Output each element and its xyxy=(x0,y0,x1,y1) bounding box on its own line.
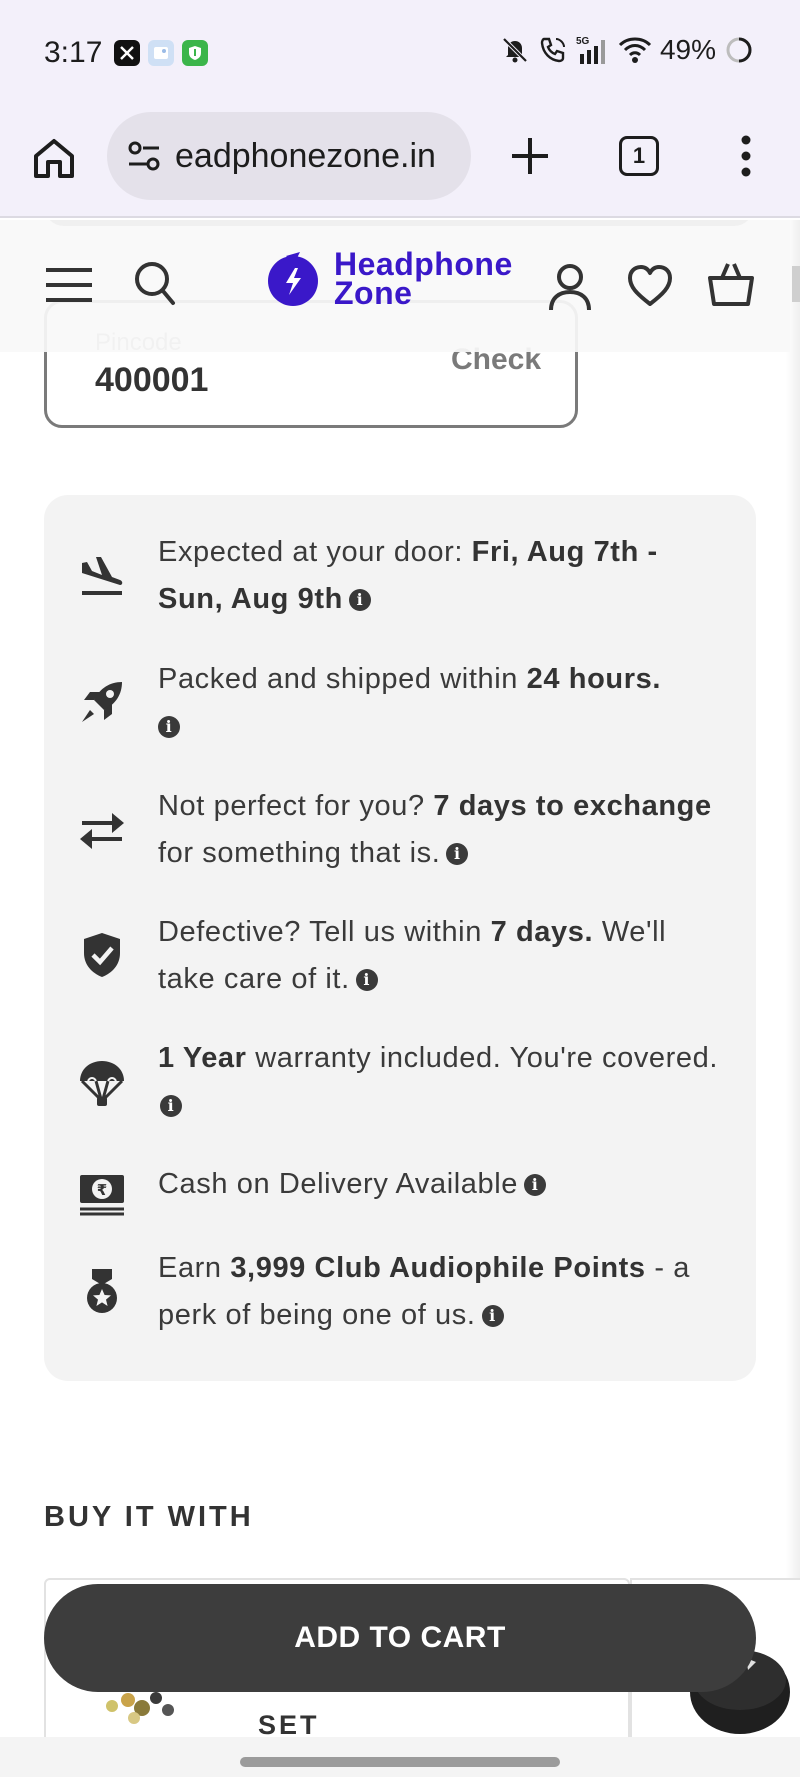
url-text[interactable]: eadphonezone.in xyxy=(175,137,436,176)
account-icon[interactable] xyxy=(547,262,593,312)
svg-text:₹: ₹ xyxy=(97,1181,107,1199)
search-icon[interactable] xyxy=(133,260,177,308)
battery-percent: 49% xyxy=(659,34,716,65)
pincode-input[interactable] xyxy=(95,361,395,400)
shipping-time: 24 hours. xyxy=(526,663,662,695)
points-text: Earn 3,999 Club Audiophile Points - a pe… xyxy=(158,1245,728,1339)
address-bar[interactable]: eadphonezone.in xyxy=(107,112,471,200)
status-app-icons xyxy=(114,40,208,66)
site-logo-text: Headphone Zone xyxy=(334,248,513,311)
exchange-text: Not perfect for you? 7 days to exchange … xyxy=(158,783,728,877)
wifi-icon xyxy=(618,37,652,63)
logo-line-2: Zone xyxy=(334,275,413,311)
gesture-handle[interactable] xyxy=(240,1757,560,1767)
vpn-app-icon xyxy=(182,40,208,66)
exchange-text-pre: Not perfect for you? xyxy=(158,790,434,822)
mute-icon xyxy=(502,37,528,63)
status-bar: 3:17 5G 49% xyxy=(0,0,800,108)
info-icon[interactable]: i xyxy=(348,589,371,611)
new-tab-icon[interactable] xyxy=(506,132,554,180)
cod-label: Cash on Delivery Available xyxy=(158,1168,519,1200)
add-to-cart-button[interactable]: ADD TO CART xyxy=(44,1584,756,1692)
system-nav-bar xyxy=(0,1737,800,1777)
delivery-text-pre: Expected at your door: xyxy=(158,536,472,568)
wishlist-heart-icon[interactable] xyxy=(627,264,673,308)
info-icon[interactable]: i xyxy=(158,716,180,738)
rocket-icon xyxy=(82,682,122,722)
shield-check-icon xyxy=(84,933,120,977)
header-top-edge xyxy=(44,220,754,226)
more-menu-icon[interactable] xyxy=(734,132,758,180)
site-header: Headphone Zone xyxy=(0,220,790,352)
site-settings-icon[interactable] xyxy=(125,136,165,176)
parachute-icon xyxy=(80,1061,124,1106)
warranty-duration: 1 Year xyxy=(158,1042,247,1074)
site-logo[interactable]: Headphone Zone xyxy=(264,248,513,311)
status-time: 3:17 xyxy=(44,36,103,69)
status-right-cluster: 5G 49% xyxy=(500,34,754,66)
scrollbar-thumb[interactable] xyxy=(792,266,800,302)
points-text-pre: Earn xyxy=(158,1252,231,1284)
tab-switcher-button[interactable]: 1 xyxy=(619,136,659,176)
headphone-zone-logo-icon xyxy=(268,252,318,306)
shipping-text: Packed and shipped within 24 hours. i xyxy=(158,656,728,750)
exchange-arrows-icon xyxy=(80,813,124,849)
airplane-landing-icon xyxy=(82,557,123,595)
info-icon[interactable]: i xyxy=(481,1305,504,1327)
page-viewport[interactable]: Pincode Check Headphone Zone Expected at… xyxy=(0,220,800,1737)
medal-icon xyxy=(87,1269,117,1313)
delivery-info-card: Expected at your door: Fri, Aug 7th - Su… xyxy=(44,495,756,1381)
info-icon[interactable]: i xyxy=(446,843,469,865)
cod-text: Cash on Delivery Available i xyxy=(158,1161,728,1208)
scroll-edge xyxy=(786,220,800,1737)
info-icon[interactable]: i xyxy=(160,1095,182,1117)
svg-text:5G: 5G xyxy=(576,36,590,47)
cash-rupee-icon: ₹ xyxy=(80,1175,124,1216)
shipping-text-pre: Packed and shipped within xyxy=(158,663,527,695)
signal-icon: 5G xyxy=(576,36,605,64)
exchange-text-post: for something that is. xyxy=(158,837,441,869)
warranty-text-post: warranty included. You're covered. xyxy=(246,1042,719,1074)
home-icon[interactable] xyxy=(30,134,78,182)
warranty-text: 1 Year warranty included. You're covered… xyxy=(158,1035,728,1129)
bundle-product-title: SET xyxy=(258,1710,320,1737)
hamburger-menu-icon[interactable] xyxy=(44,267,94,303)
wifi-call-icon xyxy=(540,37,565,63)
defective-window: 7 days. xyxy=(490,916,594,948)
info-icon[interactable]: i xyxy=(355,969,378,991)
buy-it-with-heading: BUY IT WITH xyxy=(44,1501,254,1533)
battery-saver-icon xyxy=(726,37,752,63)
points-amount: 3,999 Club Audiophile Points xyxy=(230,1252,646,1284)
defective-text-pre: Defective? Tell us within xyxy=(158,916,491,948)
info-icon[interactable]: i xyxy=(524,1174,547,1196)
defective-text: Defective? Tell us within 7 days. We'll … xyxy=(158,909,728,1003)
gallery-app-icon xyxy=(148,40,174,66)
exchange-window: 7 days to exchange xyxy=(433,790,712,822)
x-app-icon xyxy=(114,40,140,66)
browser-toolbar: eadphonezone.in 1 xyxy=(0,108,800,218)
delivery-text: Expected at your door: Fri, Aug 7th - Su… xyxy=(158,529,728,623)
cart-basket-icon[interactable] xyxy=(706,260,756,308)
